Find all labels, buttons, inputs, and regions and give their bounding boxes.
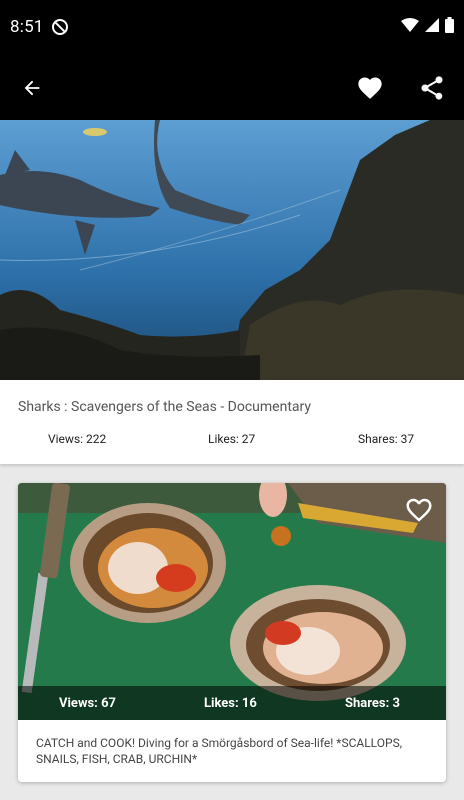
- shares-count: Shares: 37: [358, 432, 415, 446]
- share-button[interactable]: [416, 72, 448, 104]
- status-bar: 8:51: [0, 0, 464, 56]
- featured-video-info: Sharks : Scavengers of the Seas - Docume…: [0, 380, 464, 464]
- video-thumbnail-image: [18, 483, 446, 720]
- video-title: CATCH and COOK! Diving for a Smörgåsbord…: [36, 736, 403, 766]
- arrow-left-icon: [24, 80, 40, 96]
- favorite-button[interactable]: [354, 72, 386, 104]
- featured-video-thumbnail: [0, 120, 464, 380]
- featured-video-title: Sharks : Scavengers of the Seas - Docume…: [18, 399, 312, 415]
- featured-video-player[interactable]: [0, 120, 464, 380]
- likes-count: Likes: 27: [208, 432, 256, 446]
- toolbar: [0, 56, 464, 120]
- status-time: 8:51: [10, 17, 44, 37]
- views-count: Views: 222: [48, 432, 107, 446]
- likes-count: Likes: 16: [204, 696, 257, 711]
- video-stats-overlay: Views: 67 Likes: 16 Shares: 3: [18, 686, 446, 720]
- status-icons: [401, 17, 454, 33]
- do-not-disturb-icon: [52, 19, 68, 35]
- battery-icon: [445, 17, 454, 33]
- favorite-toggle[interactable]: [404, 495, 434, 525]
- video-card[interactable]: Views: 67 Likes: 16 Shares: 3 CATCH and …: [18, 483, 446, 782]
- wifi-icon: [401, 18, 419, 32]
- share-icon: [421, 76, 443, 100]
- heart-outline-icon: [406, 498, 432, 522]
- views-count: Views: 67: [59, 696, 116, 711]
- signal-icon: [425, 18, 439, 32]
- back-button[interactable]: [16, 72, 48, 104]
- shares-count: Shares: 3: [345, 696, 400, 711]
- video-thumbnail[interactable]: Views: 67 Likes: 16 Shares: 3: [18, 483, 446, 720]
- heart-icon: [358, 77, 382, 99]
